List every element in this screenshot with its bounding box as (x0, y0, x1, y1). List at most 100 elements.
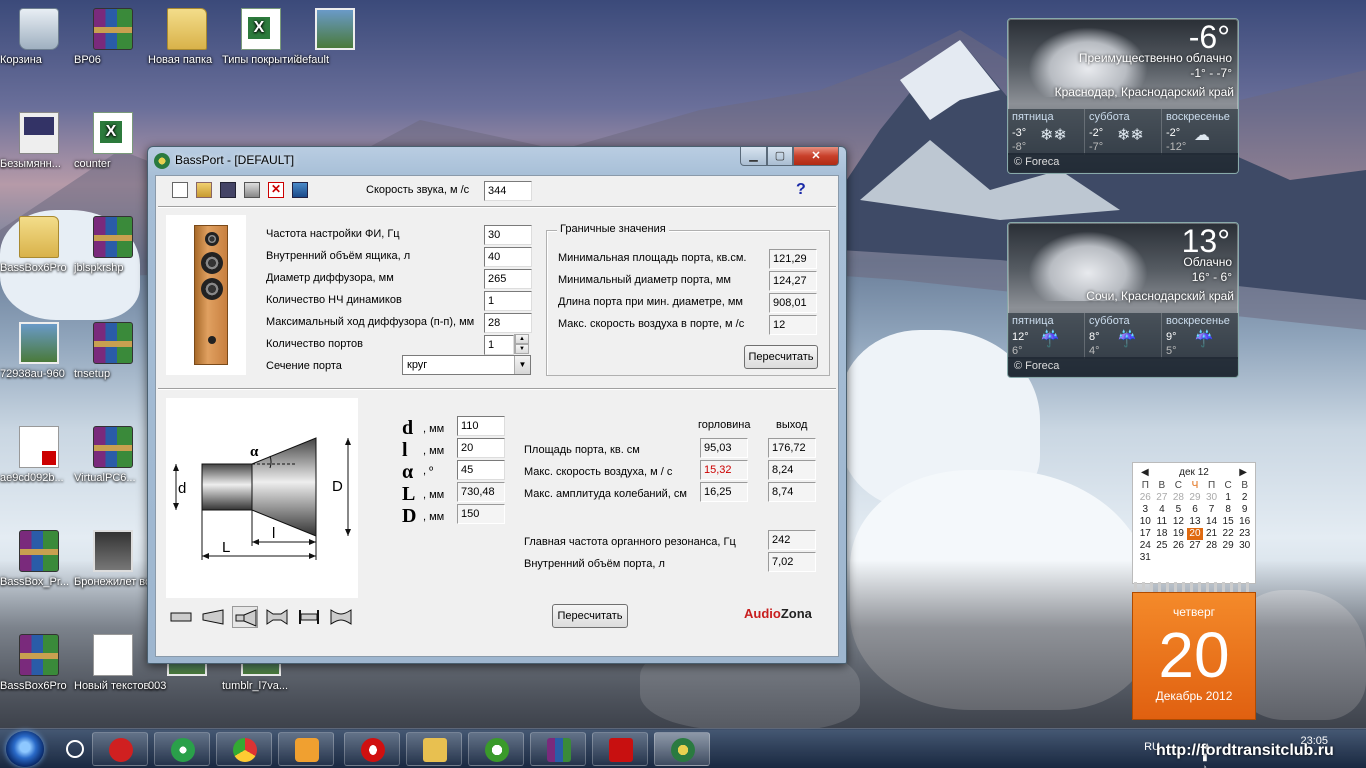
site-watermark: http://fordtransitclub.ru (1156, 742, 1334, 759)
exit-amplitude-value: 8,74 (768, 482, 816, 502)
flare-angle-input[interactable] (457, 460, 505, 480)
port-count-input[interactable] (484, 335, 514, 355)
folder-icon (19, 216, 59, 258)
calendar-gadget-day[interactable]: четверг 20 Декабрь 2012 (1132, 592, 1256, 720)
new-file-icon[interactable] (172, 182, 188, 198)
max-excursion-input[interactable] (484, 313, 532, 333)
save-disk-icon[interactable] (220, 182, 236, 198)
throat-length-input[interactable] (457, 438, 505, 458)
clear-icon[interactable] (268, 182, 284, 198)
shape-flared-pipe-icon[interactable] (200, 606, 226, 628)
desktop-icon-jblspkrshp[interactable]: jblspkrshp (74, 216, 152, 274)
taskbar-explorer[interactable] (406, 732, 462, 766)
maximize-button[interactable]: ▢ (767, 147, 793, 166)
taskbar-network-app[interactable] (154, 732, 210, 766)
taskbar-angry-birds[interactable] (92, 732, 148, 766)
text-file-icon (93, 634, 133, 676)
printer-icon[interactable] (244, 182, 260, 198)
bass-port-hole (208, 336, 216, 344)
calculator-icon[interactable] (292, 182, 308, 198)
bassport-window[interactable]: BassPort - [DEFAULT] ▁ ▢ ✕ Скорость звук… (147, 146, 847, 664)
open-folder-icon[interactable] (196, 182, 212, 198)
port-length-value: 908,01 (769, 293, 817, 313)
minimize-button[interactable]: ▁ (740, 147, 767, 166)
utorrent-icon (485, 738, 509, 762)
desktop-icon-tnsetup[interactable]: tnsetup (74, 322, 152, 380)
dim-symbol: l (402, 439, 408, 461)
desktop-icon-bassbox-pr[interactable]: BassBox_Pr... (0, 530, 78, 588)
calendar-gadget-month[interactable]: ◀ дек 12 ▶ ПВСЧПСВ 26 27 28 29 30 1 2 3456789 … (1132, 462, 1256, 584)
shape-double-flare-icon[interactable] (264, 606, 290, 628)
next-month-icon[interactable]: ▶ (1239, 467, 1247, 478)
shape-rounded-flare-icon[interactable] (328, 606, 354, 628)
taskbar-acrobat[interactable] (592, 732, 648, 766)
port-count-stepper[interactable]: ▲ ▼ (514, 334, 529, 354)
desktop-icon-new-folder[interactable]: Новая папка (148, 8, 226, 66)
taskbar-media-player[interactable] (278, 732, 334, 766)
throat-diameter-input[interactable] (457, 416, 505, 436)
prev-month-icon[interactable]: ◀ (1141, 467, 1149, 478)
opera-icon (361, 738, 385, 762)
snow-icon: ❄❄ (1040, 127, 1067, 144)
weather-description: Преимущественно облачно (1078, 51, 1232, 65)
weather-provider[interactable]: © Foreca (1008, 153, 1238, 173)
calendar-today[interactable]: 20 (1186, 528, 1204, 540)
desktop-icon-default[interactable]: default (296, 8, 374, 66)
weather-gadget-sochi[interactable]: 13° Облачно 16° - 6° Сочи, Краснодарский… (1007, 222, 1239, 378)
recalculate-button[interactable]: Пересчитать (552, 604, 628, 628)
desktop-icon-new-text[interactable]: Новый текстов... (74, 634, 159, 692)
stepper-down-icon[interactable]: ▼ (515, 344, 529, 354)
weather-provider[interactable]: © Foreca (1008, 357, 1238, 377)
window-titlebar[interactable]: BassPort - [DEFAULT] ▁ ▢ ✕ (148, 147, 846, 173)
throat-area-value: 95,03 (700, 438, 748, 458)
desktop-icon-recycle-bin[interactable]: Корзина (0, 8, 78, 66)
start-button[interactable] (6, 731, 44, 767)
desktop-icon-bassbox6pro-folder[interactable]: BassBox6Pro (0, 216, 78, 274)
box-volume-input[interactable] (484, 247, 532, 267)
desktop-icon-bronezhilet[interactable]: Бронежилет водителя 8... (74, 530, 205, 588)
desktop-icon-bp06[interactable]: BP06 (74, 8, 152, 66)
tuning-frequency-input[interactable] (484, 225, 532, 245)
forecast-days: пятница 12° 6° ☔ суббота 8° 4° ☔ воскресенье 9°… (1008, 313, 1238, 359)
taskbar-chrome[interactable] (216, 732, 272, 766)
speed-of-sound-input[interactable] (484, 181, 532, 201)
calendar-day-of-week: четверг (1173, 605, 1215, 619)
desktop-icon-counter[interactable]: counter (74, 112, 152, 170)
dim-unit: , º (423, 465, 434, 477)
woofer-count-input[interactable] (484, 291, 532, 311)
desktop-icon-bassbox6pro[interactable]: BassBox6Pro (0, 634, 78, 692)
desktop-icon-ae9cd092b[interactable]: ae9cd092b... (0, 426, 78, 484)
port-diagram: α d D L l (166, 398, 358, 598)
desktop-icon-virtualpc6[interactable]: VirtualPC6... (74, 426, 152, 484)
snow-icon: ❄❄ (1117, 127, 1144, 144)
bassport-app-icon[interactable] (154, 153, 170, 169)
diagram-D-label: D (332, 478, 343, 495)
taskbar-winrar[interactable] (530, 732, 586, 766)
close-button[interactable]: ✕ (793, 147, 839, 166)
port-section-select[interactable]: круг ▼ (402, 355, 531, 375)
desktop-icon-72938au[interactable]: 72938au-960 (0, 322, 78, 380)
chevron-down-icon[interactable]: ▼ (514, 356, 530, 374)
desktop-icon-tipy-pokrytiy[interactable]: Типы покрытий (222, 8, 300, 66)
stepper-up-icon[interactable]: ▲ (515, 334, 529, 344)
recalculate-limits-button[interactable]: Пересчитать (744, 345, 818, 369)
taskbar-bassport[interactable] (654, 732, 710, 766)
dim-symbol: L (402, 483, 416, 505)
limits-group: Граничные значения Минимальная площадь п… (546, 223, 830, 376)
current-temperature: 13° (1181, 223, 1230, 259)
help-icon[interactable]: ? (796, 181, 806, 199)
desktop-icon-bezymyanny[interactable]: Безымянн... (0, 112, 78, 170)
shape-pipe-with-cone-icon[interactable] (232, 606, 258, 628)
taskbar-utorrent[interactable] (468, 732, 524, 766)
exit-area-value: 176,72 (768, 438, 816, 458)
result-label: Макс. амплитуда колебаний, см (524, 488, 687, 500)
dim-unit: , мм (423, 511, 445, 523)
cone-diameter-input[interactable] (484, 269, 532, 289)
taskbar-opera[interactable] (344, 732, 400, 766)
forecast-days: пятница -3° -8° ❄❄ суббота -2° -7° ❄❄ воскресе… (1008, 109, 1238, 155)
weather-gadget-krasnodar[interactable]: -6° Преимущественно облачно -1° - -7° Кр… (1007, 18, 1239, 174)
show-desktop-icon[interactable] (66, 740, 84, 758)
shape-flanged-pipe-icon[interactable] (296, 606, 322, 628)
speed-of-sound-label: Скорость звука, м /с (366, 184, 470, 196)
shape-straight-pipe-icon[interactable] (168, 606, 194, 628)
